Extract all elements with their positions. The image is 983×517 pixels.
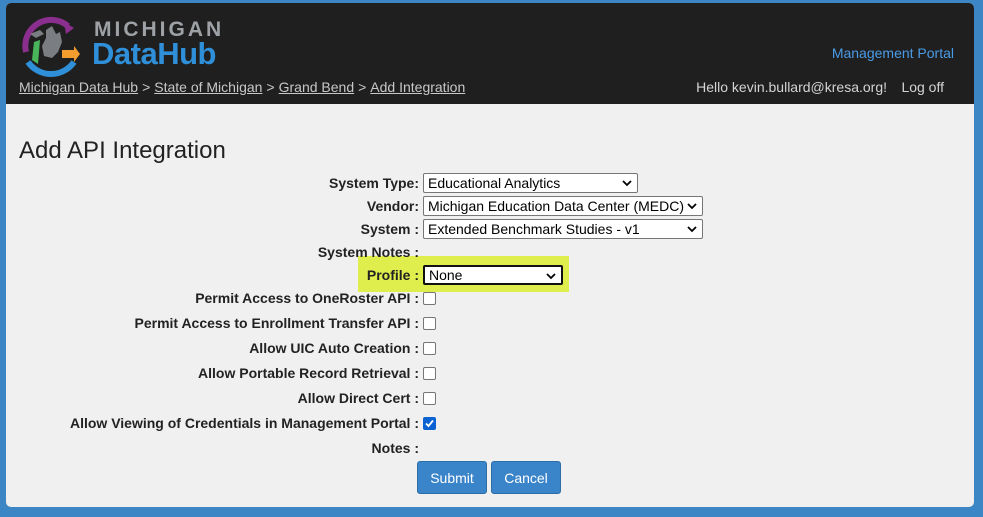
logo-text-datahub: DataHub (92, 36, 216, 71)
breadcrumb-state-of-michigan[interactable]: State of Michigan (154, 79, 262, 95)
profile-value: None (429, 267, 463, 283)
breadcrumb-separator: > (358, 79, 367, 95)
breadcrumb-separator: > (142, 79, 151, 95)
uic-auto-creation-checkbox[interactable] (423, 342, 436, 355)
system-label: System : (360, 221, 419, 237)
vendor-value: Michigan Education Data Center (MEDC) (428, 198, 684, 214)
view-credentials-checkbox[interactable] (423, 417, 436, 430)
portable-record-label: Allow Portable Record Retrieval : (198, 365, 419, 381)
management-portal-link[interactable]: Management Portal (832, 45, 954, 61)
michigan-datahub-logo[interactable]: MICHIGAN DataHub (16, 12, 221, 78)
chevron-down-icon (546, 273, 556, 280)
system-select[interactable]: Extended Benchmark Studies - v1 (423, 219, 703, 239)
portable-record-checkbox[interactable] (423, 367, 436, 380)
breadcrumb-michigan-data-hub[interactable]: Michigan Data Hub (19, 79, 138, 95)
profile-select[interactable]: None (423, 265, 563, 285)
oneroster-checkbox[interactable] (423, 292, 436, 305)
oneroster-label: Permit Access to OneRoster API : (195, 290, 419, 306)
system-notes-label: System Notes : (317, 244, 419, 260)
view-credentials-label: Allow Viewing of Credentials in Manageme… (69, 415, 419, 431)
system-type-select[interactable]: Educational Analytics (423, 173, 638, 193)
system-type-label: System Type: (329, 175, 419, 191)
enrollment-transfer-label: Permit Access to Enrollment Transfer API… (134, 315, 420, 331)
michigan-map-icon (22, 16, 80, 77)
direct-cert-label: Allow Direct Cert : (297, 390, 419, 406)
submit-button[interactable]: Submit (417, 461, 487, 494)
breadcrumb-add-integration[interactable]: Add Integration (370, 79, 465, 95)
breadcrumb: Michigan Data Hub > State of Michigan > Gran… (19, 79, 465, 95)
chevron-down-icon (687, 226, 697, 233)
cancel-button[interactable]: Cancel (491, 461, 561, 494)
system-type-value: Educational Analytics (428, 175, 561, 191)
vendor-select[interactable]: Michigan Education Data Center (MEDC) (423, 196, 703, 216)
enrollment-transfer-checkbox[interactable] (423, 317, 436, 330)
direct-cert-checkbox[interactable] (423, 392, 436, 405)
system-value: Extended Benchmark Studies - v1 (428, 221, 640, 237)
vendor-label: Vendor: (366, 198, 419, 214)
notes-label: Notes : (371, 440, 419, 456)
page-title: Add API Integration (19, 137, 226, 164)
checkmark-icon (425, 419, 434, 428)
chevron-down-icon (622, 180, 632, 187)
header: MICHIGAN DataHub Management Portal Michi… (6, 3, 974, 104)
greeting-text: Hello kevin.bullard@kresa.org! (696, 79, 887, 95)
profile-label: Profile : (366, 267, 419, 283)
app-frame: MICHIGAN DataHub Management Portal Michi… (6, 3, 974, 507)
logoff-link[interactable]: Log off (901, 79, 944, 95)
chevron-down-icon (687, 203, 697, 210)
uic-auto-creation-label: Allow UIC Auto Creation : (249, 340, 419, 356)
breadcrumb-grand-bend[interactable]: Grand Bend (279, 79, 355, 95)
breadcrumb-separator: > (266, 79, 275, 95)
